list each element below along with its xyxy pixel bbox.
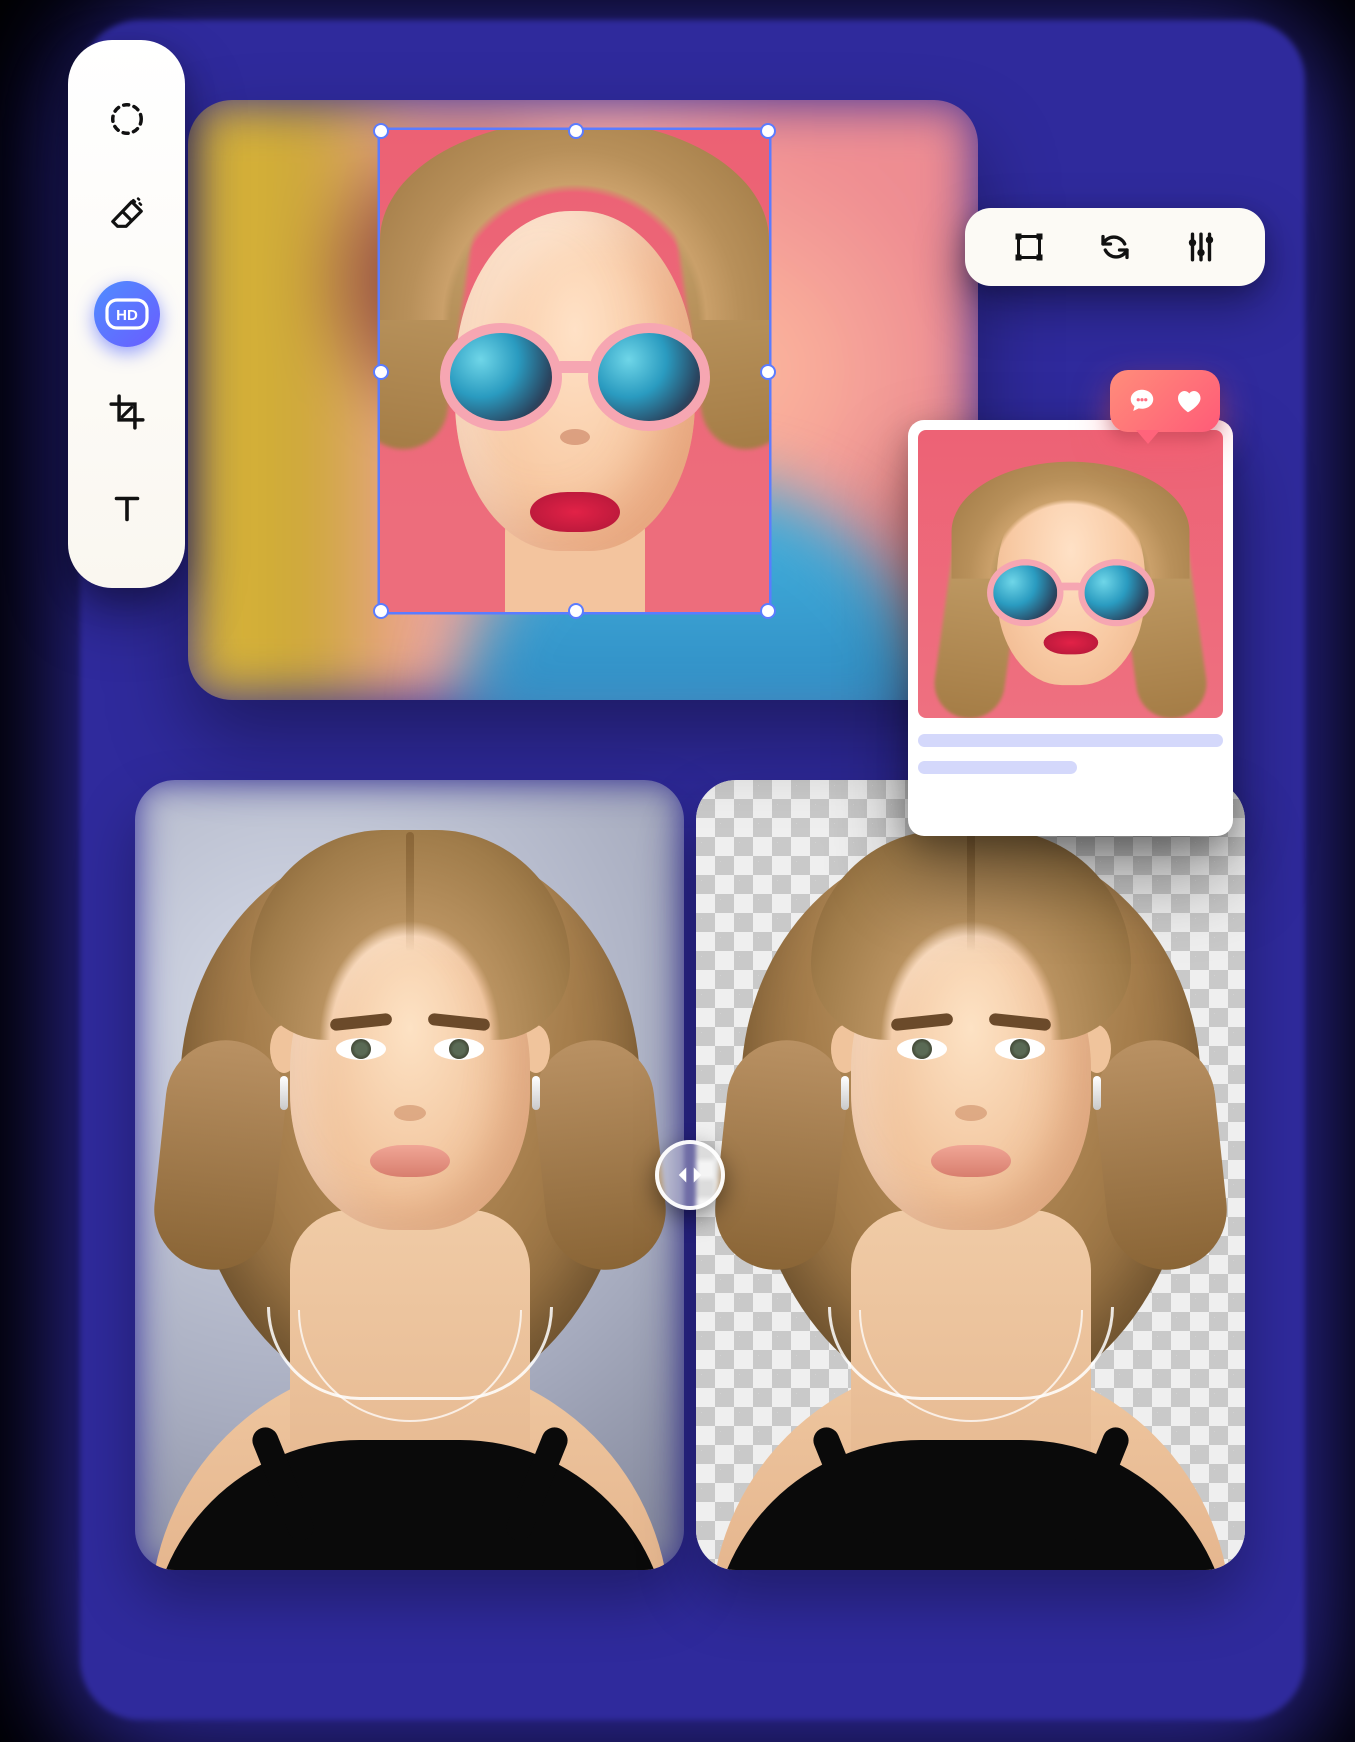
svg-text:HD: HD bbox=[116, 307, 138, 324]
transform-tool[interactable] bbox=[1007, 225, 1051, 269]
crop-handle-bottom-right[interactable] bbox=[760, 603, 776, 619]
subject-portrait-cutout bbox=[711, 790, 1231, 1570]
slider-arrows-icon bbox=[675, 1160, 705, 1190]
preview-text-placeholder bbox=[918, 734, 1223, 788]
social-preview-card bbox=[908, 420, 1233, 836]
preview-image bbox=[918, 430, 1223, 718]
crop-handle-mid-left[interactable] bbox=[373, 364, 389, 380]
crop-handle-top-mid[interactable] bbox=[568, 123, 584, 139]
eraser-icon bbox=[108, 197, 146, 235]
placeholder-line bbox=[918, 761, 1077, 774]
subject-portrait bbox=[150, 790, 670, 1570]
crop-icon bbox=[108, 393, 146, 431]
heart-icon bbox=[1173, 386, 1203, 416]
placeholder-line bbox=[918, 734, 1223, 747]
crop-selection[interactable] bbox=[378, 128, 771, 614]
rotate-icon bbox=[1097, 229, 1133, 265]
eraser-tool[interactable] bbox=[94, 183, 160, 249]
vertical-toolbar: HD bbox=[68, 40, 185, 588]
magic-select-tool[interactable] bbox=[94, 86, 160, 152]
bounding-box-icon bbox=[1011, 229, 1047, 265]
text-tool[interactable] bbox=[94, 476, 160, 542]
dashed-circle-icon bbox=[108, 100, 146, 138]
comparison-after bbox=[696, 780, 1245, 1570]
text-icon bbox=[109, 491, 145, 527]
reaction-bubble bbox=[1110, 370, 1220, 432]
hd-badge-icon: HD bbox=[105, 298, 149, 330]
crop-handle-bottom-mid[interactable] bbox=[568, 603, 584, 619]
adjust-tool[interactable] bbox=[1179, 225, 1223, 269]
horizontal-toolbar bbox=[965, 208, 1265, 286]
crop-handle-top-right[interactable] bbox=[760, 123, 776, 139]
crop-tool[interactable] bbox=[94, 379, 160, 445]
comparison-before bbox=[135, 780, 684, 1570]
sliders-icon bbox=[1184, 230, 1218, 264]
comment-icon bbox=[1127, 386, 1157, 416]
crop-handle-bottom-left[interactable] bbox=[373, 603, 389, 619]
comparison-slider-handle[interactable] bbox=[655, 1140, 725, 1210]
crop-handle-top-left[interactable] bbox=[373, 123, 389, 139]
editor-canvas[interactable] bbox=[188, 100, 978, 700]
crop-handle-mid-right[interactable] bbox=[760, 364, 776, 380]
before-after-comparison bbox=[135, 780, 1245, 1570]
hd-enhance-tool[interactable]: HD bbox=[94, 281, 160, 347]
cropped-region bbox=[380, 130, 769, 612]
rotate-tool[interactable] bbox=[1093, 225, 1137, 269]
